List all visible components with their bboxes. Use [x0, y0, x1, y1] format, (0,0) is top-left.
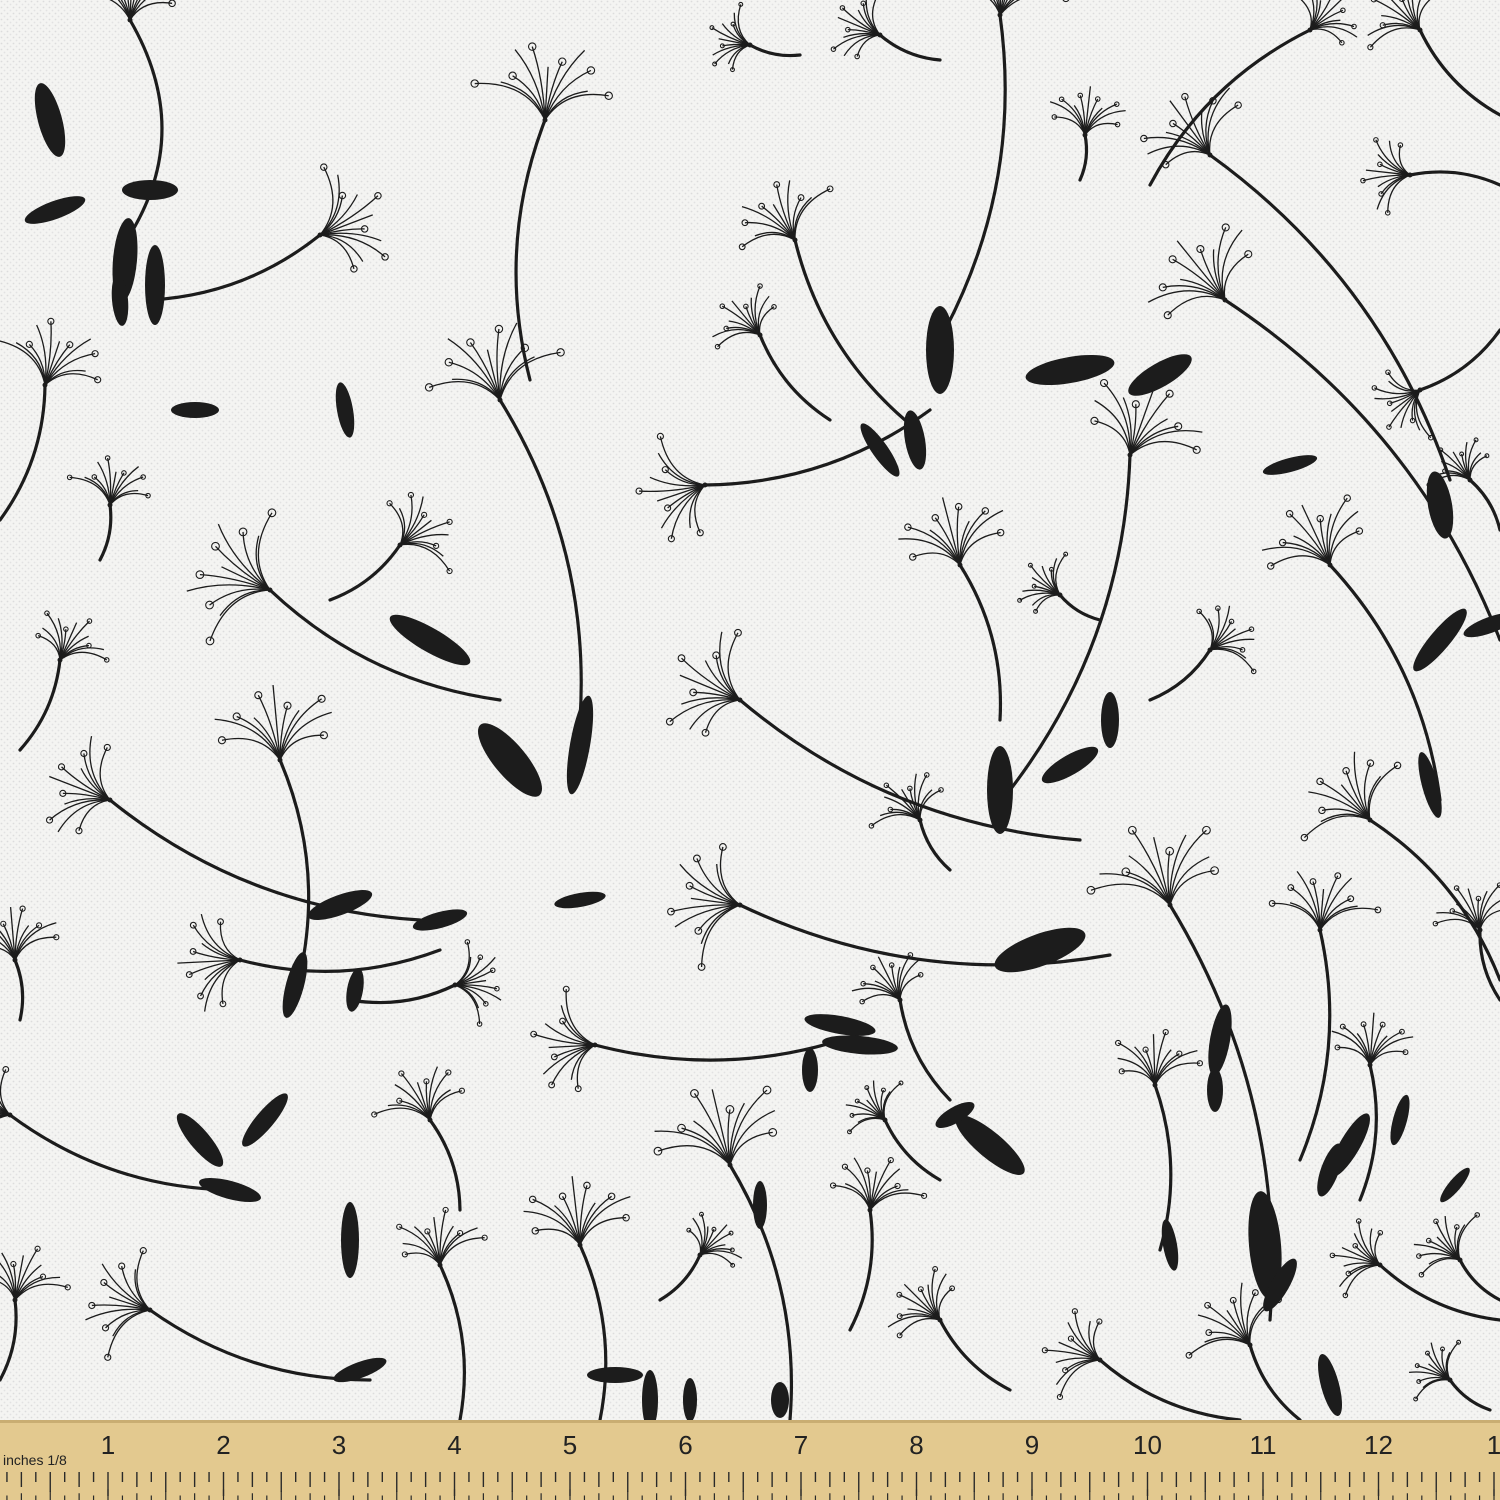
seed-head: [917, 817, 923, 823]
seed-head: [1327, 562, 1333, 568]
seed-head: [1407, 172, 1413, 178]
seed-head: [1417, 27, 1423, 33]
seed-head: [697, 1252, 703, 1258]
seed-head: [1447, 1377, 1453, 1383]
seed-head: [757, 332, 763, 338]
ruler-numeral: 1: [101, 1430, 115, 1460]
seed-head: [1377, 1262, 1383, 1268]
seed-head: [147, 1307, 153, 1313]
seed-head: [737, 697, 743, 703]
seed-head: [792, 237, 798, 243]
seed-pod: [145, 245, 165, 325]
seed-pod: [926, 306, 954, 394]
seed-head: [1127, 452, 1133, 458]
ruler-numeral: 6: [678, 1430, 692, 1460]
ruler-numeral: 9: [1025, 1430, 1039, 1460]
ruler-numeral: 8: [909, 1430, 923, 1460]
seed-pod: [771, 1382, 789, 1418]
ruler-numeral: 1: [1487, 1430, 1500, 1460]
seed-head: [1307, 27, 1313, 33]
ruler-numeral: 4: [447, 1430, 461, 1460]
ruler-numeral: 2: [216, 1430, 230, 1460]
seed-head: [427, 1117, 433, 1123]
seed-pod: [753, 1181, 767, 1229]
seed-pod: [171, 402, 219, 418]
ruler-numeral: 11: [1250, 1430, 1277, 1460]
seed-head: [452, 982, 458, 988]
ruler-edge: [0, 1420, 1500, 1423]
product-photo: 1 2 3 4 5 6 7 8 9 10 11 12 1 inches 1/8: [0, 0, 1500, 1500]
seed-head: [1467, 477, 1473, 483]
measuring-ruler: 1 2 3 4 5 6 7 8 9 10 11 12 1 inches 1/8: [0, 1420, 1500, 1500]
seed-head: [12, 957, 18, 963]
seed-head: [237, 957, 243, 963]
seed-head: [542, 117, 548, 123]
seed-head: [317, 232, 323, 238]
seed-head: [267, 587, 273, 593]
seed-head: [702, 482, 708, 488]
seed-head: [737, 902, 743, 908]
seed-head: [882, 1117, 888, 1123]
seed-head: [7, 1112, 13, 1118]
seed-head: [937, 1317, 943, 1323]
fabric-pattern: [0, 0, 1500, 1500]
seed-head: [997, 12, 1003, 18]
seed-head: [1367, 1062, 1373, 1068]
seed-pod: [802, 1048, 818, 1092]
seed-head: [1167, 902, 1173, 908]
seed-pod: [1101, 692, 1119, 748]
seed-head: [437, 1262, 443, 1268]
seed-head: [1477, 927, 1483, 933]
ruler-numeral: 7: [794, 1430, 808, 1460]
seed-head: [42, 382, 48, 388]
seed-pod: [1207, 1068, 1223, 1112]
seed-head: [877, 32, 883, 38]
seed-pod: [987, 746, 1013, 834]
seed-head: [747, 42, 753, 48]
seed-head: [1457, 1257, 1463, 1263]
seed-head: [1317, 927, 1323, 933]
seed-head: [497, 397, 503, 403]
seed-head: [1097, 1357, 1103, 1363]
seed-head: [727, 1162, 733, 1168]
seed-head: [1247, 1342, 1253, 1348]
ruler-numeral: 10: [1133, 1430, 1162, 1460]
seed-head: [1152, 1082, 1158, 1088]
seed-head: [12, 1297, 18, 1303]
seed-head: [957, 562, 963, 568]
seed-head: [1057, 592, 1063, 598]
seed-pod: [341, 1202, 359, 1278]
seed-head: [1417, 387, 1423, 393]
seed-head: [592, 1042, 598, 1048]
ruler-numeral: 12: [1364, 1430, 1393, 1460]
seed-head: [57, 657, 63, 663]
ruler-unit-label: inches 1/8: [3, 1452, 67, 1468]
seed-head: [107, 502, 113, 508]
seed-head: [1367, 817, 1373, 823]
ruler-numeral: 3: [332, 1430, 346, 1460]
seed-head: [897, 997, 903, 1003]
seed-head: [397, 542, 403, 548]
seed-pod: [587, 1367, 643, 1383]
seed-head: [107, 797, 113, 803]
seed-head: [1082, 132, 1088, 138]
seed-head: [1222, 297, 1228, 303]
seed-head: [577, 1242, 583, 1248]
seed-pod: [683, 1378, 697, 1422]
seed-head: [127, 17, 133, 23]
seed-head: [277, 757, 283, 763]
seed-head: [1207, 152, 1213, 158]
ruler-numeral: 5: [563, 1430, 577, 1460]
seed-head: [1207, 647, 1213, 653]
seed-head: [867, 1207, 873, 1213]
seed-pod: [122, 180, 178, 200]
